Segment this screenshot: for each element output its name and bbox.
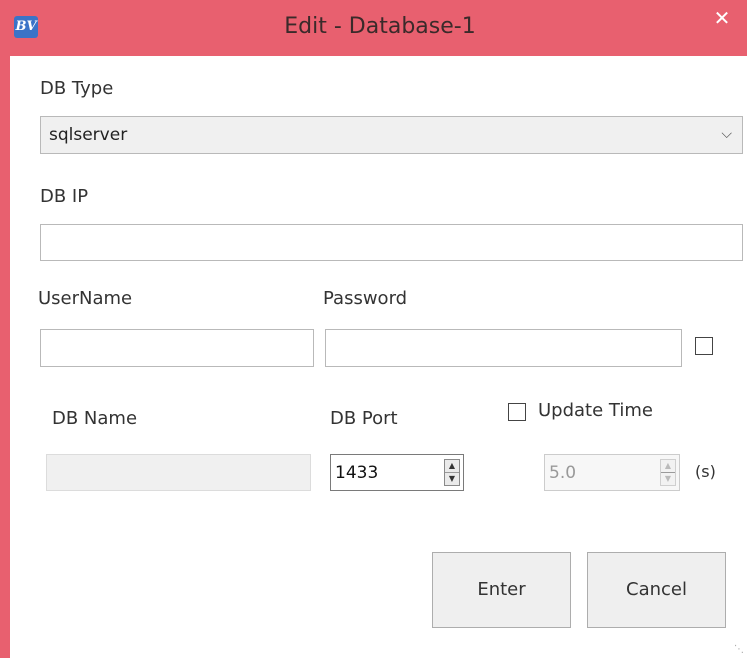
update-time-stepper: 5.0 ▲ ▼ <box>544 454 680 491</box>
db-ip-label: DB IP <box>40 186 89 207</box>
window-title: Edit - Database-1 <box>284 14 476 39</box>
title-bar[interactable]: BV Edit - Database-1 ✕ <box>0 0 747 56</box>
edit-database-dialog: BV Edit - Database-1 ✕ DB Type sqlserver… <box>0 0 747 658</box>
db-name-label: DB Name <box>52 408 138 429</box>
dialog-body: DB Type sqlserver ⌵ DB IP UserName Passw… <box>10 56 747 658</box>
cancel-button[interactable]: Cancel <box>587 552 726 628</box>
update-time-unit: (s) <box>695 462 716 481</box>
db-port-label: DB Port <box>330 408 398 429</box>
update-time-checkbox[interactable] <box>508 403 526 421</box>
db-type-label: DB Type <box>40 78 114 99</box>
username-label: UserName <box>38 288 133 309</box>
password-input[interactable] <box>325 329 682 367</box>
update-time-label: Update Time <box>538 400 653 421</box>
spin-up-icon: ▲ <box>661 460 675 473</box>
db-ip-input[interactable] <box>40 224 743 261</box>
db-name-input <box>46 454 311 491</box>
show-password-checkbox[interactable] <box>695 337 713 355</box>
db-port-value: 1433 <box>335 463 379 483</box>
update-time-value: 5.0 <box>549 463 577 483</box>
db-type-select[interactable]: sqlserver ⌵ <box>40 116 743 154</box>
resize-grip-icon[interactable]: ⋱ <box>734 644 744 655</box>
password-label: Password <box>323 288 408 309</box>
update-time-spin-buttons: ▲ ▼ <box>660 459 676 486</box>
db-port-spin-buttons: ▲ ▼ <box>444 459 460 486</box>
chevron-down-icon: ⌵ <box>721 126 732 142</box>
spin-down-icon[interactable]: ▼ <box>445 473 459 485</box>
close-icon[interactable]: ✕ <box>707 6 737 30</box>
db-type-value: sqlserver <box>49 125 128 145</box>
db-port-stepper[interactable]: 1433 ▲ ▼ <box>330 454 464 491</box>
spin-up-icon[interactable]: ▲ <box>445 460 459 473</box>
username-input[interactable] <box>40 329 314 367</box>
enter-button[interactable]: Enter <box>432 552 571 628</box>
spin-down-icon: ▼ <box>664 474 672 483</box>
